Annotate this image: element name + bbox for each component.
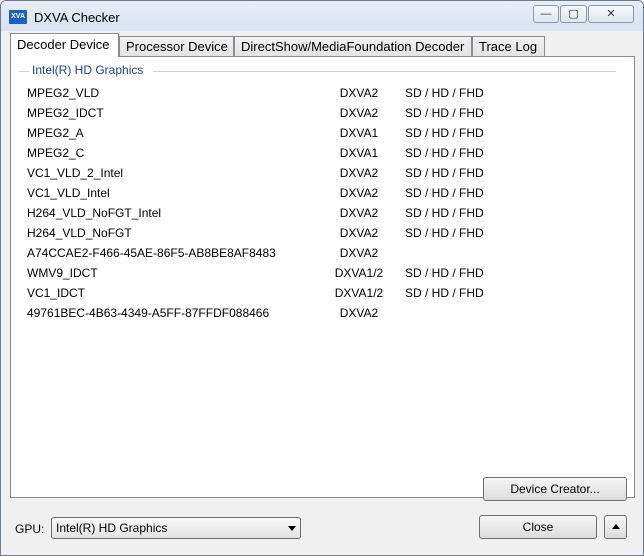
decoder-api: DXVA1 <box>339 146 379 160</box>
decoder-name: WMV9_IDCT <box>27 266 98 280</box>
expand-up-button[interactable] <box>604 515 627 539</box>
decoder-row[interactable]: MPEG2_A DXVA1 SD / HD / FHD <box>11 123 611 143</box>
decoder-name: A74CCAE2-F466-45AE-86F5-AB8BE8AF8483 <box>27 246 276 260</box>
gpu-group-title: Intel(R) HD Graphics <box>30 63 146 77</box>
decoder-name: MPEG2_VLD <box>27 86 100 100</box>
decoder-resolutions: SD / HD / FHD <box>405 126 484 140</box>
decoder-name: VC1_VLD_2_Intel <box>27 166 124 180</box>
decoder-api: DXVA2 <box>339 226 379 240</box>
title-bar[interactable]: XVA DXVA Checker — ▢ ✕ <box>1 1 643 31</box>
decoder-row[interactable]: A74CCAE2-F466-45AE-86F5-AB8BE8AF8483 DXV… <box>11 243 611 263</box>
decoder-resolutions: SD / HD / FHD <box>405 186 484 200</box>
app-window: XVA DXVA Checker — ▢ ✕ Decoder Device Pr… <box>0 0 644 556</box>
decoder-row[interactable]: VC1_VLD_Intel DXVA2 SD / HD / FHD <box>11 183 611 203</box>
decoder-row[interactable]: VC1_VLD_2_Intel DXVA2 SD / HD / FHD <box>11 163 611 183</box>
decoder-api: DXVA1/2 <box>334 286 384 300</box>
decoder-device-panel: Intel(R) HD Graphics MPEG2_VLD DXVA2 SD … <box>10 56 635 498</box>
decoder-list: MPEG2_VLD DXVA2 SD / HD / FHD MPEG2_IDCT… <box>11 83 611 323</box>
decoder-api: DXVA2 <box>339 106 379 120</box>
minimize-button[interactable]: — <box>533 5 559 23</box>
tab-directshow-mediafoundation-decoder[interactable]: DirectShow/MediaFoundation Decoder <box>234 36 472 56</box>
group-divider <box>19 71 29 72</box>
decoder-api: DXVA2 <box>339 186 379 200</box>
client-area: Decoder Device Processor Device DirectSh… <box>1 31 643 555</box>
gpu-selected-value: Intel(R) HD Graphics <box>56 521 168 535</box>
decoder-api: DXVA1/2 <box>334 266 384 280</box>
decoder-resolutions: SD / HD / FHD <box>405 226 484 240</box>
maximize-button[interactable]: ▢ <box>560 5 587 23</box>
tab-trace-log[interactable]: Trace Log <box>472 36 545 56</box>
window-title: DXVA Checker <box>34 10 120 25</box>
decoder-name: MPEG2_C <box>27 146 85 160</box>
decoder-name: H264_VLD_NoFGT_Intel <box>27 206 162 220</box>
decoder-name: 49761BEC-4B63-4349-A5FF-87FFDF088466 <box>27 306 270 320</box>
decoder-api: DXVA1 <box>339 126 379 140</box>
decoder-row[interactable]: MPEG2_IDCT DXVA2 SD / HD / FHD <box>11 103 611 123</box>
decoder-api: DXVA2 <box>339 166 379 180</box>
decoder-name: H264_VLD_NoFGT <box>27 226 132 240</box>
tab-decoder-device[interactable]: Decoder Device <box>10 33 119 57</box>
tab-processor-device[interactable]: Processor Device <box>119 36 234 56</box>
app-icon: XVA <box>9 10 27 24</box>
decoder-row[interactable]: VC1_IDCT DXVA1/2 SD / HD / FHD <box>11 283 611 303</box>
decoder-row[interactable]: MPEG2_C DXVA1 SD / HD / FHD <box>11 143 611 163</box>
decoder-name: VC1_VLD_Intel <box>27 186 110 200</box>
close-window-button[interactable]: ✕ <box>588 5 634 23</box>
chevron-down-icon <box>288 526 296 531</box>
decoder-resolutions: SD / HD / FHD <box>405 286 484 300</box>
decoder-api: DXVA2 <box>339 306 379 320</box>
decoder-row[interactable]: MPEG2_VLD DXVA2 SD / HD / FHD <box>11 83 611 103</box>
decoder-resolutions: SD / HD / FHD <box>405 266 484 280</box>
gpu-label: GPU: <box>15 522 45 536</box>
decoder-resolutions: SD / HD / FHD <box>405 106 484 120</box>
arrow-up-icon <box>612 524 620 529</box>
decoder-row[interactable]: H264_VLD_NoFGT DXVA2 SD / HD / FHD <box>11 223 611 243</box>
decoder-resolutions: SD / HD / FHD <box>405 146 484 160</box>
decoder-name: MPEG2_A <box>27 126 84 140</box>
decoder-row[interactable]: H264_VLD_NoFGT_Intel DXVA2 SD / HD / FHD <box>11 203 611 223</box>
decoder-name: MPEG2_IDCT <box>27 106 104 120</box>
device-creator-button[interactable]: Device Creator... <box>483 477 627 501</box>
decoder-resolutions: SD / HD / FHD <box>405 206 484 220</box>
decoder-resolutions: SD / HD / FHD <box>405 86 484 100</box>
decoder-name: VC1_IDCT <box>27 286 86 300</box>
decoder-row[interactable]: 49761BEC-4B63-4349-A5FF-87FFDF088466 DXV… <box>11 303 611 323</box>
gpu-select[interactable]: Intel(R) HD Graphics <box>51 517 301 539</box>
close-button[interactable]: Close <box>479 515 597 539</box>
decoder-row[interactable]: WMV9_IDCT DXVA1/2 SD / HD / FHD <box>11 263 611 283</box>
group-divider <box>153 71 616 72</box>
decoder-resolutions: SD / HD / FHD <box>405 166 484 180</box>
decoder-api: DXVA2 <box>339 246 379 260</box>
decoder-api: DXVA2 <box>339 86 379 100</box>
decoder-api: DXVA2 <box>339 206 379 220</box>
